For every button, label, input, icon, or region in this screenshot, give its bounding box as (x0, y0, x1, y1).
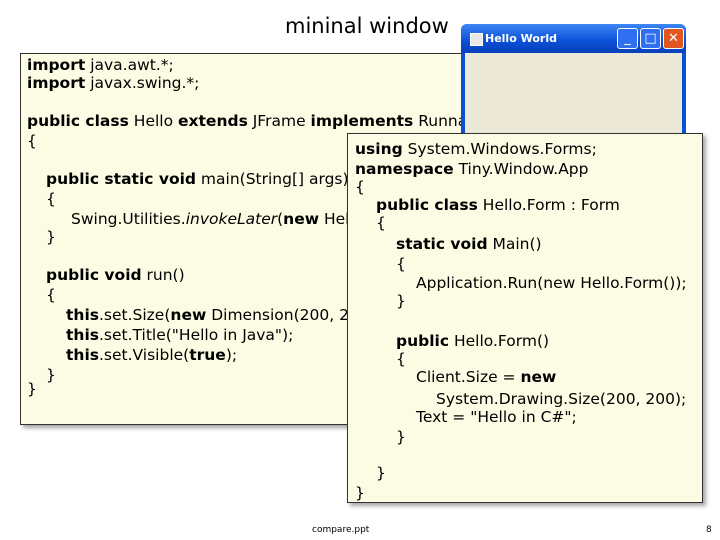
csharp-line: } (396, 292, 406, 310)
code-text: System.Windows.Forms; (402, 140, 597, 158)
java-line: public void run() (46, 266, 185, 284)
csharp-line: } (355, 484, 365, 502)
keyword: true (189, 346, 226, 364)
csharp-line: public Hello.Form() (396, 332, 549, 350)
keyword: this (66, 326, 99, 344)
csharp-line: { (355, 178, 365, 196)
code-text: Hello (128, 112, 179, 130)
csharp-line: Application.Run(new Hello.Form()); (416, 274, 687, 292)
code-text: main(String[] args) (196, 170, 349, 188)
code-text: .set.Visible( (98, 346, 190, 364)
keyword: static void (396, 235, 488, 253)
csharp-line: using System.Windows.Forms; (355, 140, 597, 158)
code-text: JFrame (247, 112, 311, 130)
slide-title: mininal window (285, 14, 449, 38)
keyword: extends (178, 112, 248, 130)
code-text: Swing.Utilities. (71, 210, 186, 228)
code-text: .set.Title("Hello in Java"); (98, 326, 294, 344)
keyword: new (283, 210, 320, 228)
code-text: Hello.Form : Form (477, 196, 620, 214)
java-line: } (46, 228, 56, 246)
footer-filename: compare.ppt (312, 525, 370, 535)
java-line: Swing.Utilities.invokeLater(new Hello (71, 210, 363, 228)
keyword: public (396, 332, 450, 350)
keyword: public class (376, 196, 478, 214)
code-text: Hello.Form() (449, 332, 550, 350)
keyword: this (66, 346, 99, 364)
code-italic: invokeLater (185, 210, 278, 228)
code-text: run() (141, 266, 185, 284)
maximize-button[interactable]: □ (640, 28, 661, 49)
code-text: javax.swing.*; (85, 74, 200, 92)
java-line: this.set.Visible(true); (66, 346, 237, 364)
java-line: } (27, 380, 37, 398)
keyword: public class (27, 112, 129, 130)
csharp-line: { (396, 255, 406, 273)
keyword: public void (46, 266, 142, 284)
code-text: Tiny.Window.App (453, 160, 589, 178)
keyword: new (520, 368, 557, 386)
java-line: { (46, 190, 56, 208)
keyword: implements (310, 112, 414, 130)
keyword: public static void (46, 170, 196, 188)
keyword: import (27, 74, 86, 92)
app-icon (470, 33, 483, 46)
code-text: .set.Size( (98, 306, 171, 324)
keyword: this (66, 306, 99, 324)
code-text: Dimension(200, 200 (206, 306, 369, 324)
java-line: import javax.swing.*; (27, 74, 199, 92)
csharp-line: System.Drawing.Size(200, 200); (436, 390, 687, 408)
csharp-line: public class Hello.Form : Form (376, 196, 620, 214)
java-line: public static void main(String[] args) (46, 170, 349, 188)
keyword: new (170, 306, 207, 324)
csharp-line: { (376, 214, 386, 232)
java-line: } (46, 366, 56, 384)
window-titlebar[interactable]: Hello World _ □ ✕ (461, 24, 686, 53)
csharp-line: Text = "Hello in C#"; (416, 408, 577, 426)
csharp-line: } (376, 464, 386, 482)
code-text: ); (225, 346, 238, 364)
keyword: import (27, 56, 86, 74)
minimize-button[interactable]: _ (617, 28, 638, 49)
java-line: this.set.Size(new Dimension(200, 200 (66, 306, 369, 324)
csharp-line: Client.Size = new (416, 368, 556, 386)
keyword: namespace (355, 160, 454, 178)
close-button[interactable]: ✕ (663, 28, 684, 49)
page-number: 8 (706, 525, 712, 535)
java-line: public class Hello extends JFrame implem… (27, 112, 491, 130)
csharp-line: } (396, 428, 406, 446)
code-text: Client.Size = (416, 368, 521, 386)
java-line: { (27, 132, 37, 150)
csharp-line: namespace Tiny.Window.App (355, 160, 588, 178)
code-text: java.awt.*; (85, 56, 174, 74)
code-text: Main() (487, 235, 542, 253)
csharp-line: { (396, 350, 406, 368)
keyword: using (355, 140, 403, 158)
window-title: Hello World (485, 32, 557, 45)
csharp-line: static void Main() (396, 235, 542, 253)
java-line: this.set.Title("Hello in Java"); (66, 326, 293, 344)
csharp-code-box: using System.Windows.Forms; namespace Ti… (347, 133, 703, 503)
java-line: { (46, 286, 56, 304)
java-line: import java.awt.*; (27, 56, 174, 74)
